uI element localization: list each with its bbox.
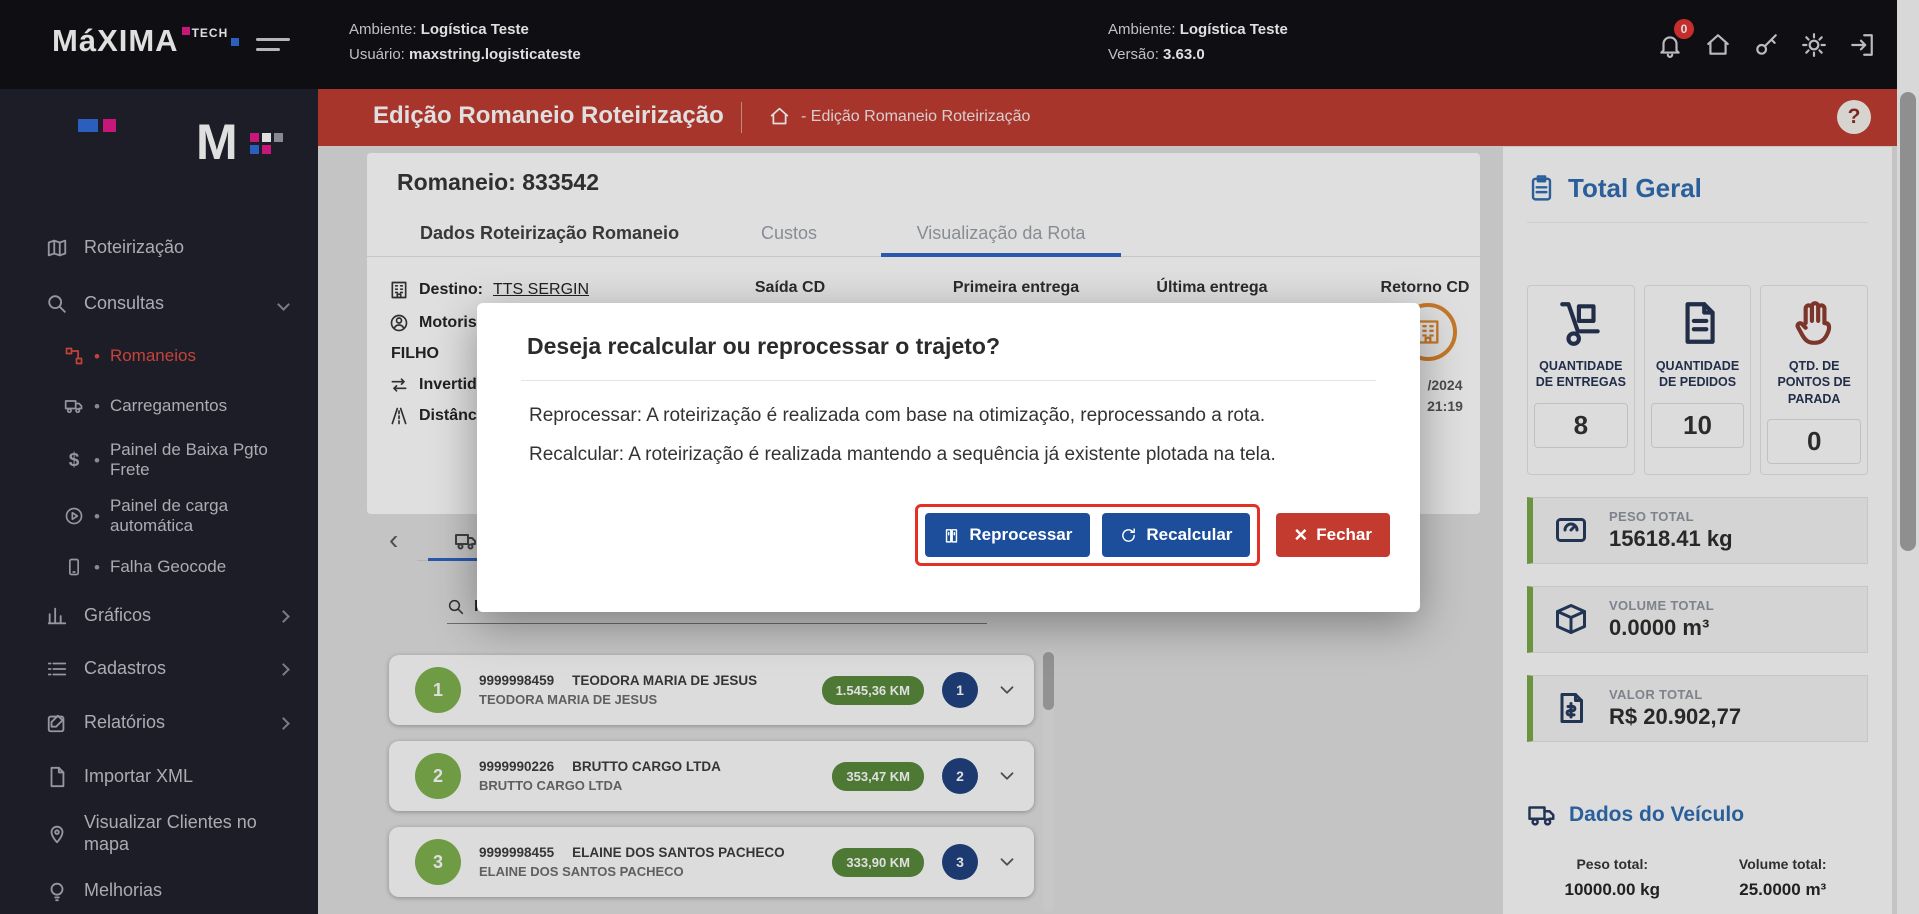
fechar-button[interactable]: × Fechar [1276,513,1390,557]
fechar-label: Fechar [1316,525,1372,545]
window-scrollbar-thumb[interactable] [1900,92,1916,551]
recalcular-label: Recalcular [1146,525,1232,545]
book-icon [943,527,960,544]
reprocessar-label: Reprocessar [969,525,1072,545]
refresh-icon [1120,527,1137,544]
window-scrollbar[interactable] [1897,0,1919,914]
dialog-divider [521,380,1376,381]
dialog-buttons: Reprocessar Recalcular × Fechar [477,504,1420,566]
dialog-title: Deseja recalcular ou reprocessar o traje… [477,303,1420,360]
app-screen: MáXIMATECH Ambiente: Logística Teste Usu… [0,0,1919,914]
recalcular-button[interactable]: Recalcular [1102,513,1250,557]
dialog-text-reprocessar: Reprocessar: A roteirização é realizada … [529,405,1364,427]
dialog-text-recalcular: Recalcular: A roteirização é realizada m… [529,444,1364,466]
highlight-outline: Reprocessar Recalcular [915,504,1260,566]
confirm-dialog: Deseja recalcular ou reprocessar o traje… [477,303,1420,612]
close-icon: × [1294,524,1307,546]
reprocessar-button[interactable]: Reprocessar [925,513,1090,557]
